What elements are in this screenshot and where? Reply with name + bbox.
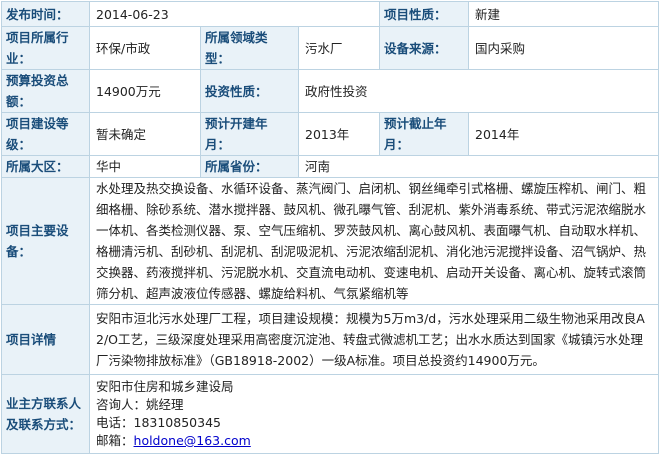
contact-email-label: 邮箱： <box>96 433 134 448</box>
construction-stage-value: 暂未确定 <box>89 112 201 156</box>
row-region: 所属大区： 华中 所属省份： 河南 <box>1 155 659 178</box>
project-nature-value: 新建 <box>468 1 659 27</box>
row-equipment: 项目主要设备： 水处理及热交换设备、水循环设备、蒸汽阀门、启闭机、钢丝绳牵引式格… <box>1 177 659 305</box>
main-equipment-label: 项目主要设备： <box>1 177 90 305</box>
planned-start-label: 预计开建年月： <box>200 112 299 156</box>
contact-value: 安阳市住房和城乡建设局 咨询人：姚经理 电话：18310850345 邮箱：ho… <box>88 374 659 454</box>
investment-nature-value: 政府性投资 <box>297 69 659 113</box>
domain-type-label: 所属领域类型： <box>200 26 299 70</box>
publish-time-label: 发布时间： <box>1 1 90 27</box>
row-publish: 发布时间： 2014-06-23 项目性质： 新建 <box>1 1 659 27</box>
domain-type-value: 污水厂 <box>297 26 381 70</box>
planned-end-value: 2014年 <box>468 112 659 156</box>
budget-label: 预算投资总额： <box>1 69 90 113</box>
contact-person: 咨询人：姚经理 <box>96 397 184 412</box>
contact-phone: 电话：18310850345 <box>96 415 221 430</box>
equipment-source-label: 设备来源： <box>379 26 470 70</box>
contact-label: 业主方联系人及联系方式： <box>1 374 90 454</box>
project-nature-label: 项目性质： <box>379 1 470 27</box>
region-label: 所属大区： <box>1 155 90 178</box>
details-label: 项目详情 <box>1 304 90 375</box>
industry-label: 项目所属行业： <box>1 26 90 70</box>
row-details: 项目详情 安阳市洹北污水处理厂工程，项目建设规模：规模为5万m3/d，污水处理采… <box>1 304 659 375</box>
project-info-table: 发布时间： 2014-06-23 项目性质： 新建 项目所属行业： 环保/市政 … <box>1 1 659 454</box>
construction-stage-label: 项目建设等级： <box>1 112 90 156</box>
row-industry: 项目所属行业： 环保/市政 所属领域类型： 污水厂 设备来源： 国内采购 <box>1 26 659 70</box>
row-stage: 项目建设等级： 暂未确定 预计开建年月： 2013年 预计截止年月： 2014年 <box>1 112 659 156</box>
publish-time-value: 2014-06-23 <box>88 1 381 27</box>
main-equipment-text: 水处理及热交换设备、水循环设备、蒸汽阀门、启闭机、钢丝绳牵引式格栅、螺旋压榨机、… <box>96 181 647 301</box>
main-equipment-value: 水处理及热交换设备、水循环设备、蒸汽阀门、启闭机、钢丝绳牵引式格栅、螺旋压榨机、… <box>88 177 659 305</box>
project-info-sheet: 发布时间： 2014-06-23 项目性质： 新建 项目所属行业： 环保/市政 … <box>0 0 659 473</box>
contact-email-link[interactable]: holdone@163.com <box>134 433 251 448</box>
contact-org: 安阳市住房和城乡建设局 <box>96 379 234 394</box>
row-budget: 预算投资总额： 14900万元 投资性质： 政府性投资 <box>1 69 659 113</box>
investment-nature-label: 投资性质： <box>200 69 299 113</box>
details-value: 安阳市洹北污水处理厂工程，项目建设规模：规模为5万m3/d，污水处理采用二级生物… <box>88 304 659 375</box>
contact-email-line: 邮箱：holdone@163.com <box>96 432 652 450</box>
equipment-source-value: 国内采购 <box>468 26 659 70</box>
planned-end-label: 预计截止年月： <box>379 112 470 156</box>
province-value: 河南 <box>297 155 659 178</box>
region-value: 华中 <box>89 155 201 178</box>
industry-value: 环保/市政 <box>89 26 201 70</box>
budget-value: 14900万元 <box>89 69 201 113</box>
planned-start-value: 2013年 <box>297 112 381 156</box>
details-text: 安阳市洹北污水处理厂工程，项目建设规模：规模为5万m3/d，污水处理采用二级生物… <box>96 311 645 368</box>
province-label: 所属省份： <box>200 155 299 178</box>
row-contact: 业主方联系人及联系方式： 安阳市住房和城乡建设局 咨询人：姚经理 电话：1831… <box>1 374 659 454</box>
